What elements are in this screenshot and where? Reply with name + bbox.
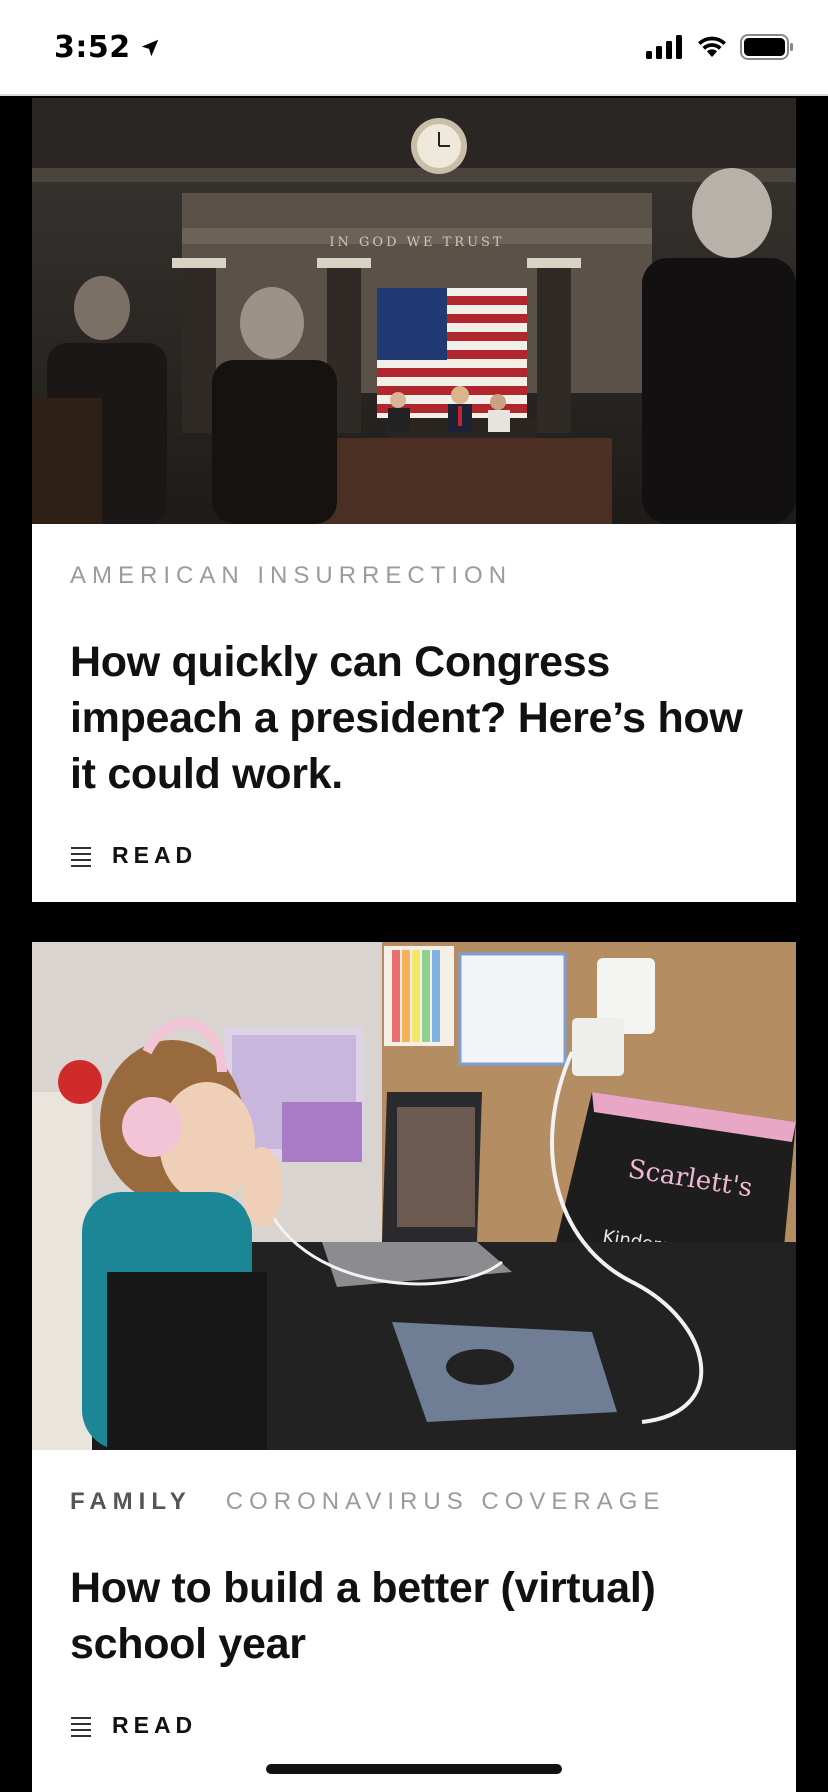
article-headline[interactable]: How to build a better (virtual) school y… [70, 1560, 758, 1672]
article-lines-icon [71, 1716, 91, 1737]
status-time: 3:52 [54, 30, 161, 65]
article-headline[interactable]: How quickly can Congress impeach a presi… [70, 634, 758, 802]
home-indicator[interactable] [266, 1764, 562, 1774]
status-icons [646, 34, 794, 60]
article-feed: IN GOD WE TRUST AMERICAN INSURRECTION Ho… [32, 98, 796, 1792]
status-time-text: 3:52 [54, 30, 131, 65]
status-bar: 3:52 [0, 0, 828, 96]
article-card[interactable]: Scarlett's Kindergarten Today is 8.21.20… [32, 942, 796, 1792]
house-chamber-photo: IN GOD WE TRUST [32, 98, 796, 524]
virtual-school-photo: Scarlett's Kindergarten Today is 8.21.20… [32, 942, 796, 1450]
article-lines-icon [71, 846, 91, 867]
article-category-tag[interactable]: CORONAVIRUS COVERAGE [226, 1488, 666, 1516]
read-label: READ [112, 842, 198, 868]
read-button[interactable]: READ [70, 842, 758, 869]
wifi-icon [698, 36, 726, 57]
article-section-tag[interactable]: FAMILY [70, 1488, 192, 1516]
article-image[interactable]: Scarlett's Kindergarten Today is 8.21.20… [32, 942, 796, 1450]
svg-text:IN GOD WE TRUST: IN GOD WE TRUST [329, 235, 504, 250]
article-tags: AMERICAN INSURRECTION [70, 562, 758, 590]
article-image[interactable]: IN GOD WE TRUST [32, 98, 796, 524]
read-label: READ [112, 1712, 198, 1738]
article-category-tag[interactable]: AMERICAN INSURRECTION [70, 562, 512, 590]
read-button[interactable]: READ [70, 1712, 758, 1739]
article-tags: FAMILY CORONAVIRUS COVERAGE [70, 1488, 758, 1516]
location-arrow-icon [141, 39, 158, 56]
cellular-signal-icon [646, 35, 682, 59]
article-card[interactable]: IN GOD WE TRUST AMERICAN INSURRECTION Ho… [32, 98, 796, 902]
battery-icon [740, 34, 793, 60]
